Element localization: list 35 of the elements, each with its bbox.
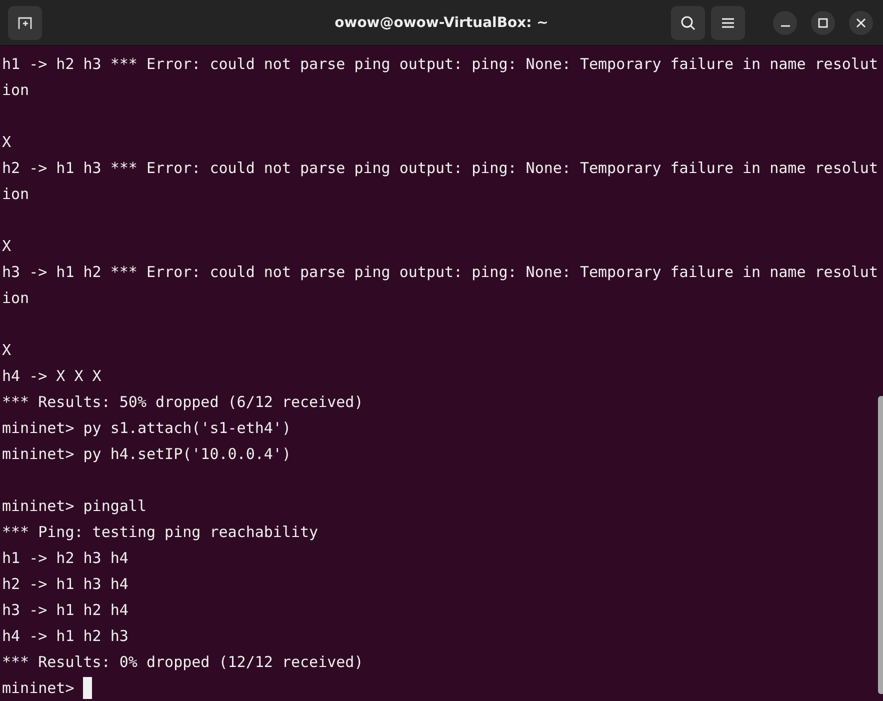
terminal-line: mininet> py h4.setIP('10.0.0.4') — [2, 444, 291, 465]
terminal-line: X — [2, 236, 12, 257]
terminal-prompt: mininet> — [2, 678, 74, 699]
minimize-button[interactable] — [773, 10, 797, 34]
maximize-button[interactable] — [811, 10, 835, 34]
terminal-line: h4 -> X X X — [2, 366, 102, 387]
new-tab-icon — [17, 14, 33, 30]
terminal-line: mininet> py s1.attach('s1-eth4') — [2, 418, 291, 439]
window-title: owow@owow-VirtualBox: ~ — [334, 14, 548, 30]
minimize-icon — [780, 25, 790, 27]
terminal-line: ion — [2, 184, 30, 205]
terminal-line: h4 -> h1 h2 h3 — [2, 626, 128, 647]
close-button[interactable] — [849, 10, 873, 34]
terminal-line: *** Results: 50% dropped (6/12 received) — [2, 392, 364, 413]
terminal-line: *** Results: 0% dropped (12/12 received) — [2, 652, 364, 673]
terminal-line: X — [2, 132, 12, 153]
terminal-line: ion — [2, 288, 30, 309]
scrollbar-thumb[interactable] — [878, 396, 883, 694]
terminal-line: mininet> pingall — [2, 496, 146, 517]
terminal-line: h1 -> h2 h3 *** Error: could not parse ping output: ping: None: Temporary failure in name resolut — [2, 54, 878, 75]
terminal-line: h3 -> h1 h2 *** Error: could not parse ping output: ping: None: Temporary failure in name resolut — [2, 262, 878, 283]
terminal-line: ion — [2, 80, 30, 101]
close-icon — [856, 18, 866, 28]
terminal-line: X — [2, 340, 12, 361]
terminal-line: h3 -> h1 h2 h4 — [2, 600, 128, 621]
terminal-line: h2 -> h1 h3 *** Error: could not parse ping output: ping: None: Temporary failure in name resolut — [2, 158, 878, 179]
new-tab-button[interactable] — [8, 6, 42, 40]
terminal-line: h1 -> h2 h3 h4 — [2, 548, 128, 569]
maximize-icon — [818, 18, 828, 28]
search-icon — [680, 14, 696, 30]
menu-button[interactable] — [711, 6, 745, 40]
menu-icon — [721, 16, 735, 28]
terminal-line: *** Ping: testing ping reachability — [2, 522, 318, 543]
search-button[interactable] — [671, 6, 705, 40]
terminal-line: h2 -> h1 h3 h4 — [2, 574, 128, 595]
